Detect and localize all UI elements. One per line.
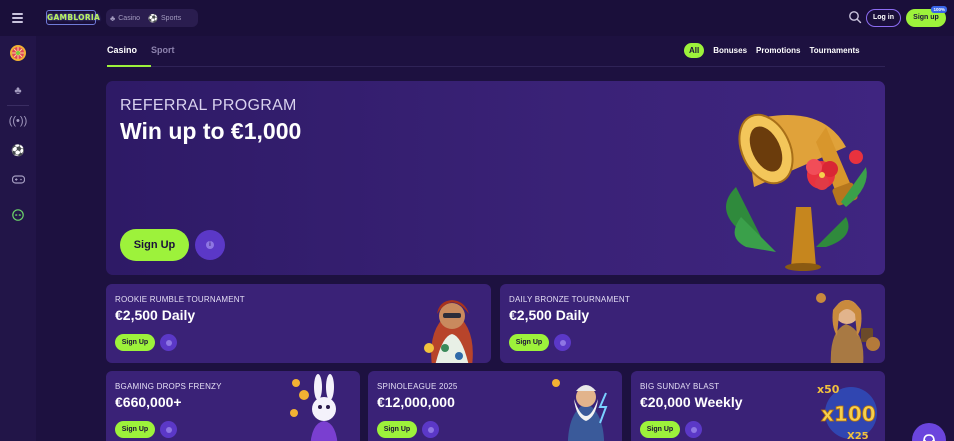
cherries-icon: ♣	[110, 13, 116, 23]
site-logo[interactable]: GAMBLORIA	[46, 10, 100, 25]
promo-card-value: €12,000,000	[377, 394, 455, 410]
promo-card-info-button[interactable]	[685, 421, 702, 438]
live-broadcast-icon[interactable]: ((•))	[8, 111, 28, 131]
filter-tournaments[interactable]: Tournaments	[809, 46, 859, 55]
wheel-of-fortune-icon[interactable]	[8, 43, 28, 63]
filter-bonuses[interactable]: Bonuses	[713, 46, 747, 55]
svg-text:x100: x100	[821, 402, 876, 426]
promo-card-value: €20,000 Weekly	[640, 394, 743, 410]
promo-card-title: DAILY BRONZE TOURNAMENT	[509, 295, 630, 304]
gamepad-icon[interactable]	[8, 169, 28, 189]
svg-text:x50: x50	[817, 383, 840, 396]
promo-card-value: €660,000+	[115, 394, 182, 410]
info-icon: i	[206, 241, 214, 249]
filter-promotions[interactable]: Promotions	[756, 46, 800, 55]
promo-card-signup-button[interactable]: Sign Up	[115, 421, 155, 438]
multiplier-illustration: x50 x100 X25	[817, 383, 877, 441]
alien-icon[interactable]	[8, 205, 28, 225]
promo-card-info-button[interactable]	[422, 421, 439, 438]
headset-icon	[923, 434, 935, 441]
soccer-ball-icon[interactable]: ⚽	[8, 140, 28, 160]
category-tabs: Casino Sport	[107, 45, 175, 55]
megaphone-illustration	[726, 113, 867, 271]
info-icon	[165, 426, 172, 433]
promo-card-info-button[interactable]	[160, 334, 177, 351]
promo-card-title: SPINOLEAGUE 2025	[377, 382, 458, 391]
signup-button[interactable]: Sign up 100%	[906, 6, 947, 27]
hero-signup-button[interactable]: Sign Up	[120, 229, 189, 261]
promo-card-value: €2,500 Daily	[115, 307, 196, 323]
soccer-ball-icon: ⚽	[148, 13, 159, 23]
tabs-divider	[107, 66, 885, 67]
tab-sport[interactable]: Sport	[151, 45, 175, 55]
hero-info-button[interactable]: i	[195, 230, 225, 260]
promo-card[interactable]: BIG SUNDAY BLAST €20,000 Weekly Sign Up …	[631, 371, 885, 441]
promo-card[interactable]: ROOKIE RUMBLE TOURNAMENT €2,500 Daily Si…	[106, 284, 491, 363]
hero-kicker: REFERRAL PROGRAM	[120, 97, 297, 114]
tab-casino[interactable]: Casino	[107, 45, 137, 55]
info-icon	[690, 426, 697, 433]
hero-title: Win up to €1,000	[120, 118, 302, 144]
promo-card-signup-button[interactable]: Sign Up	[509, 334, 549, 351]
promo-card[interactable]: SPINOLEAGUE 2025 €12,000,000 Sign Up	[368, 371, 622, 441]
svg-text:X25: X25	[847, 431, 869, 441]
mode-switch: ♣ Casino ⚽ Sports	[106, 9, 198, 27]
sidebar-divider	[7, 105, 29, 106]
zeus-illustration	[552, 379, 608, 441]
sidebar: ♣ ((•)) ⚽	[0, 36, 36, 441]
character-illustration	[424, 300, 473, 363]
promo-card-title: ROOKIE RUMBLE TOURNAMENT	[115, 295, 245, 304]
mode-sports-label: Sports	[161, 14, 182, 22]
info-icon	[165, 339, 172, 346]
promo-card[interactable]: BGAMING DROPS FRENZY €660,000+ Sign Up	[106, 371, 360, 441]
filter-all[interactable]: All	[684, 43, 705, 58]
promo-card[interactable]: DAILY BRONZE TOURNAMENT €2,500 Daily Sig…	[500, 284, 885, 363]
signup-button-label: Sign up	[913, 14, 939, 21]
promo-card-title: BGAMING DROPS FRENZY	[115, 382, 222, 391]
promo-card-signup-button[interactable]: Sign Up	[640, 421, 680, 438]
tab-active-indicator	[107, 65, 151, 67]
menu-icon[interactable]	[12, 13, 23, 23]
cherries-icon[interactable]: ♣	[8, 81, 28, 101]
mode-casino[interactable]: ♣ Casino	[110, 14, 140, 23]
character-illustration	[816, 293, 880, 363]
login-button[interactable]: Log in	[866, 9, 901, 27]
search-icon[interactable]	[848, 10, 862, 24]
mode-sports[interactable]: ⚽ Sports	[148, 14, 181, 23]
mode-casino-label: Casino	[118, 14, 141, 22]
support-chat-button[interactable]	[912, 423, 946, 441]
hero-banner: REFERRAL PROGRAM Win up to €1,000 Sign U…	[106, 81, 885, 275]
top-bar: GAMBLORIA ♣ Casino ⚽ Sports Log in Sign …	[0, 0, 954, 36]
bunny-illustration	[290, 374, 338, 441]
promo-card-info-button[interactable]	[554, 334, 571, 351]
info-icon	[559, 339, 566, 346]
promo-card-signup-button[interactable]: Sign Up	[377, 421, 417, 438]
info-icon	[427, 426, 434, 433]
promo-card-value: €2,500 Daily	[509, 307, 590, 323]
signup-bonus-badge: 100%	[931, 6, 947, 13]
promo-card-signup-button[interactable]: Sign Up	[115, 334, 155, 351]
promo-filters: All Bonuses Promotions Tournaments	[684, 43, 860, 58]
promo-card-title: BIG SUNDAY BLAST	[640, 382, 720, 391]
promo-card-info-button[interactable]	[160, 421, 177, 438]
